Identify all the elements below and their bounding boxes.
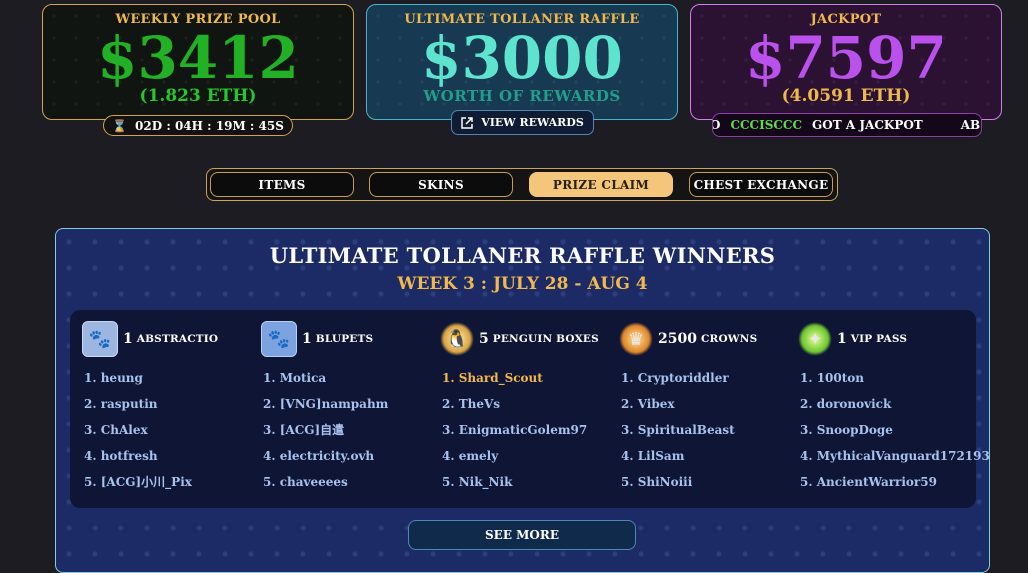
winner-item: 1. 100ton — [800, 371, 865, 385]
blupets-icon: 🐾 — [261, 321, 297, 357]
prize-qty: 2500 — [658, 331, 697, 347]
winner-item: 1. Shard_Scout — [442, 371, 543, 385]
jackpot-eth: (4.0591 ETH) — [781, 86, 911, 106]
panel-title: ULTIMATE TOLLANER RAFFLE WINNERS — [269, 243, 776, 268]
panel-week: WEEK 3 : JULY 28 - AUG 4 — [397, 274, 648, 294]
winner-item: 3. SnoopDoge — [800, 423, 893, 437]
countdown-text: 02D : 04H : 19M : 45S — [135, 118, 284, 133]
winner-item: 5. chaveeees — [263, 475, 348, 489]
tab-items[interactable]: ITEMS — [210, 172, 354, 197]
jackpot-card: JACKPOT $7597 (4.0591 ETH) — [690, 4, 1002, 120]
winner-item: 1. Cryptoriddler — [621, 371, 729, 385]
prize-qty: 1 — [123, 331, 133, 347]
see-more-button[interactable]: SEE MORE — [408, 520, 636, 550]
winners-table: 🐾 1 ABSTRACTIO 1. heung 2. rasputin 3. C… — [70, 310, 990, 508]
raffle-winners-panel: ULTIMATE TOLLANER RAFFLE WINNERS WEEK 3 … — [55, 228, 990, 573]
winner-item: 2. Vibex — [621, 397, 675, 411]
winner-item: 4. MythicalVanguard172193 — [800, 449, 990, 463]
prize-column-abstractio: 🐾 1 ABSTRACTIO 1. heung 2. rasputin 3. C… — [82, 320, 262, 495]
view-rewards-label: VIEW REWARDS — [481, 116, 584, 129]
winner-item: 5. Nik_Nik — [442, 475, 513, 489]
tab-skins[interactable]: SKINS — [369, 172, 513, 197]
prize-name: BLUPETS — [315, 333, 374, 345]
winner-item: 2. doronovick — [800, 397, 892, 411]
winner-item: 5. AncientWarrior59 — [800, 475, 937, 489]
winner-item: 4. LilSam — [621, 449, 685, 463]
prize-qty: 5 — [479, 331, 489, 347]
winner-item: 2. [VNG]nampahm — [263, 397, 389, 411]
winner-item: 5. [ACG]小川_Pix — [84, 475, 192, 489]
ticker-username: CCCISCCC — [730, 118, 803, 132]
prize-qty: 1 — [302, 331, 312, 347]
prize-name: VIP PASS — [850, 333, 908, 345]
crowns-icon: ♛ — [619, 322, 653, 356]
raffle-subtitle: WORTH OF REWARDS — [423, 87, 621, 105]
winner-item: 2. TheVs — [442, 397, 501, 411]
vip-pass-icon: ✦ — [798, 322, 832, 356]
external-link-icon — [461, 116, 473, 129]
winner-item: 5. ShiNoiii — [621, 475, 693, 489]
abstractio-icon: 🐾 — [82, 321, 118, 357]
winner-item: 3. SpiritualBeast — [621, 423, 735, 437]
hourglass-icon: ⌛ — [112, 118, 128, 133]
prize-column-penguin-boxes: 🐧 5 PENGUIN BOXES 1. Shard_Scout 2. TheV… — [440, 320, 620, 495]
prize-name: PENGUIN BOXES — [492, 333, 599, 345]
raffle-card: ULTIMATE TOLLANER RAFFLE $3000 WORTH OF … — [366, 4, 678, 120]
winner-item: 3. [ACG]自遣 — [263, 423, 345, 437]
weekly-prize-pool-card: WEEKLY PRIZE POOL $3412 (1.823 ETH) — [42, 4, 354, 120]
prize-column-blupets: 🐾 1 BLUPETS 1. Motica 2. [VNG]nampahm 3.… — [261, 320, 441, 495]
penguin-box-icon: 🐧 — [440, 322, 474, 356]
winner-item: 2. rasputin — [84, 397, 158, 411]
ticker-message: GOT A JACKPOT — [812, 118, 923, 132]
winner-item: 3. ChAlex — [84, 423, 148, 437]
weekly-prize-pool-amount: $3412 — [97, 24, 299, 92]
view-rewards-button[interactable]: VIEW REWARDS — [451, 110, 594, 135]
winner-item: 3. EnigmaticGolem97 — [442, 423, 588, 437]
prize-column-vip-pass: ✦ 1 VIP PASS 1. 100ton 2. doronovick 3. … — [798, 320, 990, 495]
countdown-timer: ⌛ 02D : 04H : 19M : 45S — [103, 115, 293, 136]
winner-item: 4. emely — [442, 449, 499, 463]
tab-prize-claim[interactable]: PRIZE CLAIM — [529, 172, 673, 197]
ticker-tail: ABO — [960, 118, 981, 132]
prize-qty: 1 — [837, 331, 847, 347]
prize-column-crowns: ♛ 2500 CROWNS 1. Cryptoriddler 2. Vibex … — [619, 320, 799, 495]
winner-item: 1. heung — [84, 371, 143, 385]
raffle-amount: $3000 — [421, 24, 623, 92]
prize-name: CROWNS — [700, 333, 758, 345]
ticker-lead: O — [713, 118, 720, 132]
weekly-prize-pool-eth: (1.823 ETH) — [139, 86, 257, 106]
prize-name: ABSTRACTIO — [136, 333, 219, 345]
tab-chest-exchange[interactable]: CHEST EXCHANGE — [689, 172, 833, 197]
winner-item: 1. Motica — [263, 371, 327, 385]
jackpot-amount: $7597 — [745, 24, 947, 92]
winner-item: 4. hotfresh — [84, 449, 158, 463]
jackpot-ticker: O CCCISCCC GOT A JACKPOT ABO — [712, 113, 982, 137]
winner-item: 4. electricity.ovh — [263, 449, 375, 463]
tab-bar: ITEMS SKINS PRIZE CLAIM CHEST EXCHANGE — [206, 168, 838, 201]
